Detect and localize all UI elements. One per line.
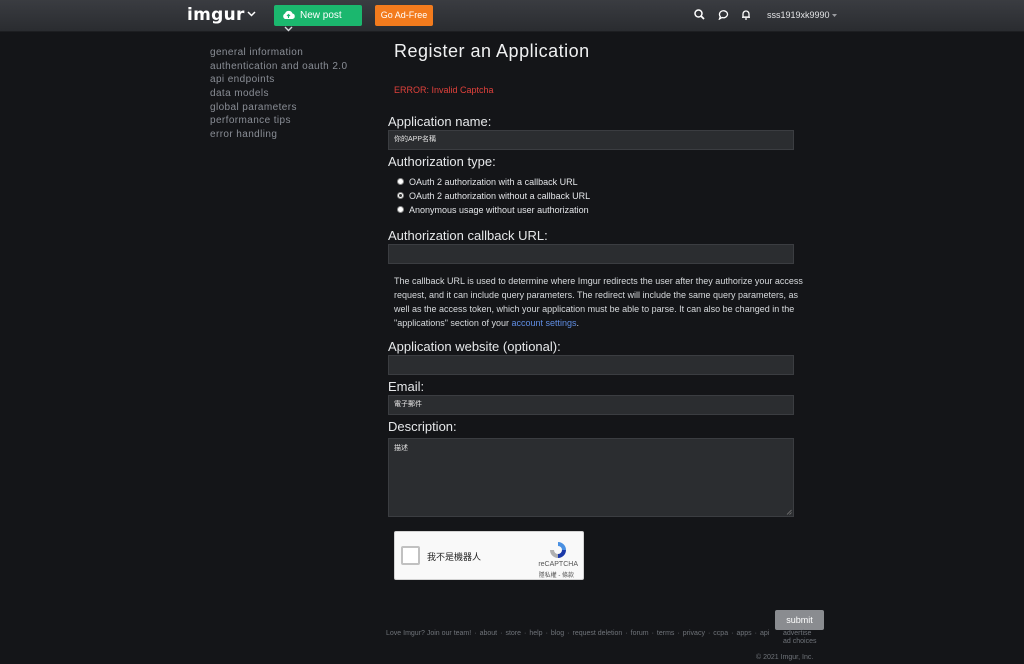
recaptcha-privacy-terms[interactable]: 隱私權 - 條款 [539, 570, 574, 579]
footer-link-blog[interactable]: blog [551, 630, 564, 637]
search-icon[interactable] [694, 9, 705, 20]
recaptcha-brand: reCAPTCHA [538, 561, 578, 568]
top-navigation-bar: imgur New post Go Ad-Free sss1919xk9990 [0, 0, 1024, 32]
auth-option-label: Anonymous usage without user authorizati… [409, 205, 589, 215]
footer-link-forum[interactable]: forum [631, 630, 649, 637]
recaptcha-logo-icon [550, 542, 566, 558]
callback-url-label: Authorization callback URL: [388, 228, 548, 243]
error-message: ERROR: Invalid Captcha [394, 85, 494, 95]
callback-url-input[interactable] [388, 244, 794, 264]
footer-link-ad-choices[interactable]: ad choices [783, 638, 816, 646]
go-ad-free-button[interactable]: Go Ad-Free [375, 5, 433, 26]
imgur-logo[interactable]: imgur [187, 5, 245, 25]
footer-separator: · [474, 630, 477, 637]
caret-down-icon[interactable] [832, 14, 837, 17]
footer-link-help[interactable]: help [529, 630, 542, 637]
footer-link-request-deletion[interactable]: request deletion [573, 630, 623, 637]
radio-button[interactable] [397, 206, 404, 214]
recaptcha-label: 我不是機器人 [427, 552, 482, 562]
chat-icon[interactable] [718, 9, 729, 20]
recaptcha-widget: 我不是機器人 reCAPTCHA 隱私權 - 條款 [394, 531, 584, 580]
radio-button-selected[interactable] [397, 192, 404, 200]
footer-separator: · [567, 630, 570, 637]
footer-separator: · [677, 630, 680, 637]
footer-separator: · [625, 630, 628, 637]
footer-separator: · [545, 630, 548, 637]
new-post-chevron-icon[interactable] [284, 26, 293, 32]
callback-help-text: The callback URL is used to determine wh… [394, 274, 816, 330]
footer-link-privacy[interactable]: privacy [683, 630, 705, 637]
sidebar-item-general-information[interactable]: general information [210, 46, 347, 60]
help-text: The callback URL is used to determine wh… [394, 276, 803, 328]
new-post-button[interactable]: New post [274, 5, 362, 26]
page-title: Register an Application [394, 41, 590, 61]
copyright: © 2021 Imgur, Inc. [756, 654, 814, 661]
footer-link-store[interactable]: store [505, 630, 521, 637]
app-name-label: Application name: [388, 114, 492, 129]
auth-option-no-callback[interactable]: OAuth 2 authorization without a callback… [397, 191, 590, 201]
new-post-label: New post [300, 10, 342, 21]
footer-link-apps[interactable]: apps [736, 630, 751, 637]
chevron-down-icon[interactable] [247, 11, 256, 17]
sidebar-item-error-handling[interactable]: error handling [210, 128, 347, 142]
footer-separator: · [651, 630, 654, 637]
auth-option-anonymous[interactable]: Anonymous usage without user authorizati… [397, 205, 589, 215]
app-name-input[interactable]: 你的APP名稱 [388, 130, 794, 150]
auth-type-label: Authorization type: [388, 154, 496, 169]
website-input[interactable] [388, 355, 794, 375]
footer-link-about[interactable]: about [480, 630, 498, 637]
website-label: Application website (optional): [388, 339, 561, 354]
footer-separator: · [754, 630, 757, 637]
sidebar-item-api-endpoints[interactable]: api endpoints [210, 73, 347, 87]
footer-link-terms[interactable]: terms [657, 630, 675, 637]
footer-link-ccpa[interactable]: ccpa [713, 630, 728, 637]
description-textarea[interactable]: 描述 [388, 438, 794, 517]
description-label: Description: [388, 419, 457, 434]
cloud-upload-icon [283, 10, 295, 19]
sidebar-item-authentication[interactable]: authentication and oauth 2.0 [210, 60, 347, 74]
auth-option-callback[interactable]: OAuth 2 authorization with a callback UR… [397, 177, 578, 187]
radio-button[interactable] [397, 178, 404, 186]
sidebar-item-performance-tips[interactable]: performance tips [210, 114, 347, 128]
account-settings-link[interactable]: account settings [511, 318, 576, 328]
auth-option-label: OAuth 2 authorization with a callback UR… [409, 177, 578, 187]
sidebar-item-data-models[interactable]: data models [210, 87, 347, 101]
recaptcha-checkbox[interactable] [401, 546, 420, 565]
email-label: Email: [388, 379, 425, 394]
footer-link-api[interactable]: api [760, 630, 769, 637]
bell-icon[interactable] [741, 9, 751, 20]
footer-link-advertise[interactable]: advertise [783, 630, 816, 638]
auth-option-label: OAuth 2 authorization without a callback… [409, 191, 591, 201]
footer-links: Love Imgur? Join our team! · about · store · h… [386, 630, 769, 637]
username[interactable]: sss1919xk9990 [767, 10, 830, 20]
help-text-end: . [576, 318, 580, 328]
email-input[interactable]: 電子郵件 [388, 395, 794, 415]
sidebar-item-global-parameters[interactable]: global parameters [210, 101, 347, 115]
description-value: 描述 [394, 445, 408, 452]
footer-link-join-team[interactable]: Love Imgur? Join our team! [386, 630, 471, 637]
resize-handle-icon[interactable] [786, 509, 792, 515]
submit-button[interactable]: submit [775, 610, 824, 630]
footer-ad-links: advertise ad choices [783, 630, 816, 646]
docs-sidebar: general information authentication and o… [210, 46, 347, 142]
